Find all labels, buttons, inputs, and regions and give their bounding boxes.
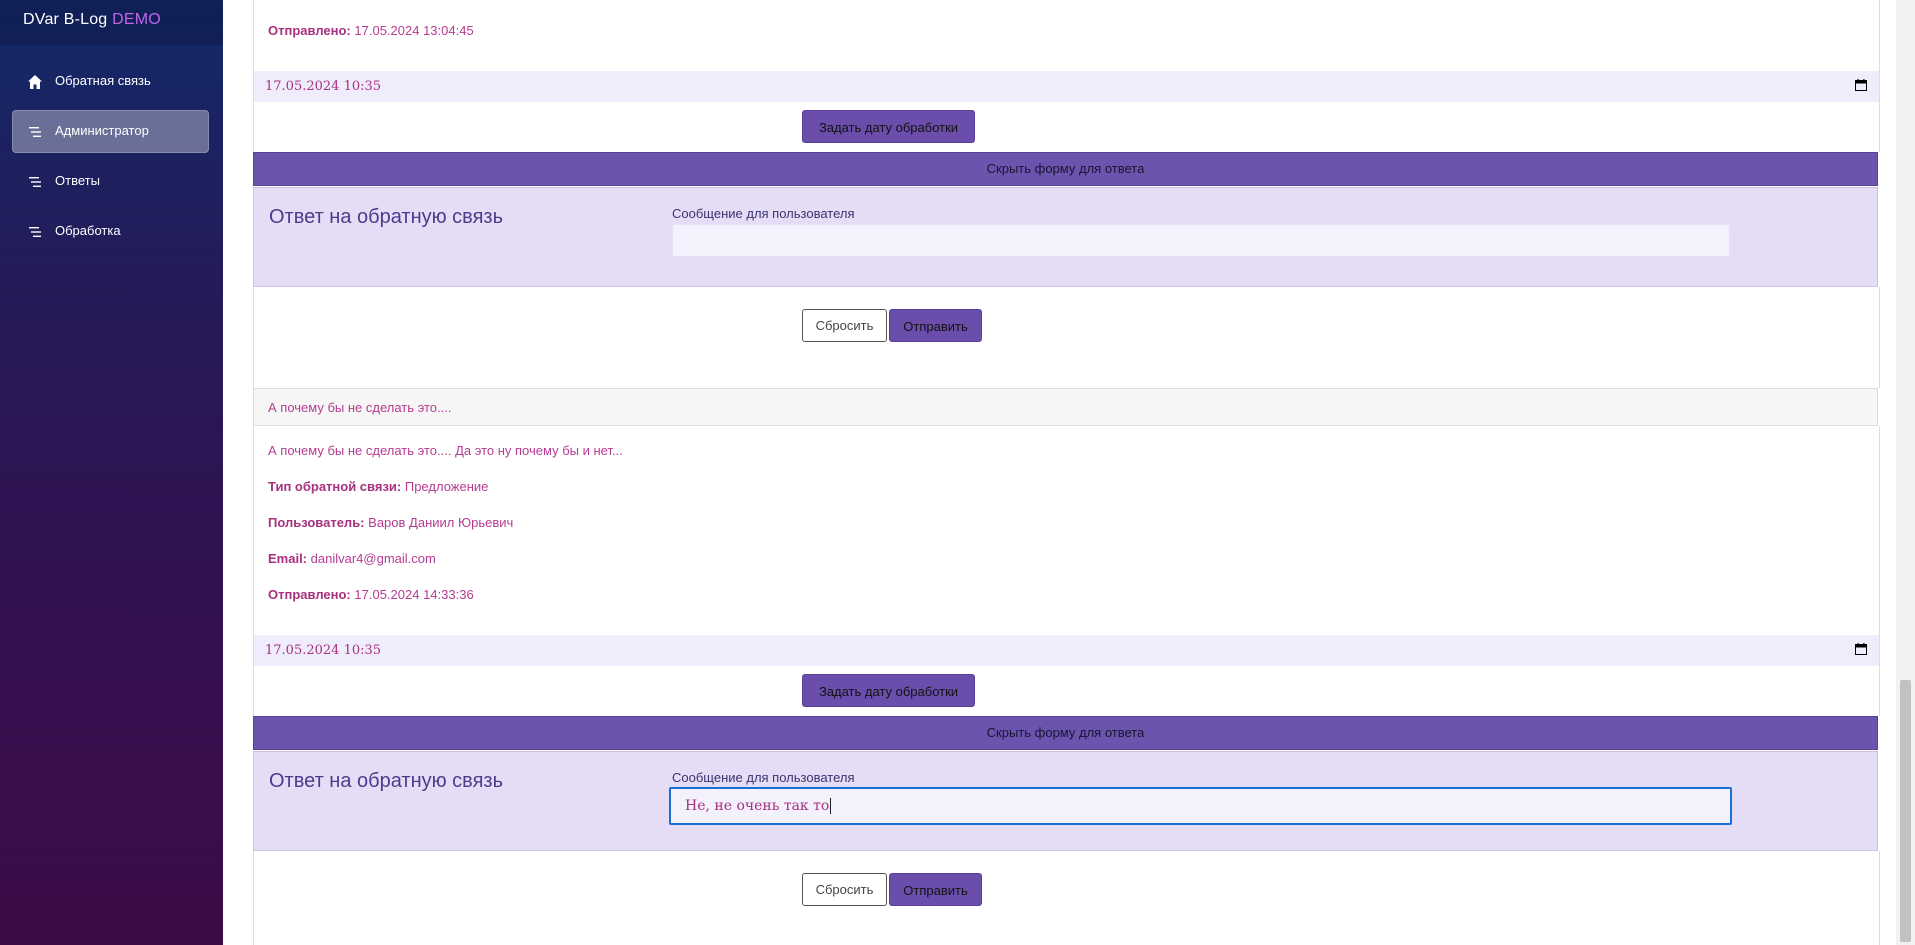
- date-value: 17.05.2024 10:35: [265, 79, 382, 94]
- feedback-message: А почему бы не сделать это.... Да это ну…: [268, 443, 623, 458]
- card-form-actions-2: [253, 851, 1880, 945]
- sent-field: Отправлено: 17.05.2024 13:04:45: [268, 23, 474, 38]
- list-icon: [29, 227, 41, 237]
- answer-form-1: Ответ на обратную связь Сообщение для по…: [253, 187, 1878, 287]
- user-value: Варов Даниил Юрьевич: [368, 515, 514, 530]
- feedback-card-1: Отправлено: 17.05.2024 13:04:45: [253, 0, 1880, 71]
- message-input[interactable]: [672, 224, 1730, 257]
- message-input-text: Не, не очень так то: [685, 798, 830, 814]
- brand-bar: DVar B-Log DEMO: [0, 0, 223, 45]
- type-label: Тип обратной связи:: [268, 479, 402, 494]
- feedback-subject: А почему бы не сделать это....: [268, 400, 452, 415]
- sent-value: 17.05.2024 13:04:45: [354, 23, 474, 38]
- card-form-actions-1: [253, 287, 1880, 388]
- message-input[interactable]: Не, не очень так то: [669, 787, 1732, 825]
- sent-value: 17.05.2024 14:33:36: [354, 587, 474, 602]
- text-caret: [830, 798, 832, 814]
- sidebar-item-label: Обработка: [55, 223, 121, 238]
- email-label: Email:: [268, 551, 308, 566]
- send-button[interactable]: Отправить: [889, 309, 982, 342]
- calendar-icon[interactable]: [1855, 79, 1867, 91]
- answer-form-2: Ответ на обратную связь Сообщение для по…: [253, 751, 1878, 851]
- main-content: Отправлено: 17.05.2024 13:04:45 17.05.20…: [253, 0, 1880, 945]
- sidebar-item-feedback[interactable]: Обратная связь: [12, 60, 209, 103]
- email-value: danilvar4@gmail.com: [310, 551, 436, 566]
- sent-label: Отправлено:: [268, 587, 351, 602]
- user-field: Пользователь: Варов Даниил Юрьевич: [268, 515, 513, 530]
- user-label: Пользователь:: [268, 515, 365, 530]
- feedback-card-2: А почему бы не сделать это.... Да это ну…: [253, 426, 1880, 635]
- hide-answer-form-button[interactable]: Скрыть форму для ответа: [253, 152, 1878, 186]
- card-actions-2: [253, 666, 1880, 716]
- scrollbar-thumb[interactable]: [1900, 680, 1911, 942]
- send-button[interactable]: Отправить: [889, 873, 982, 906]
- reset-button[interactable]: Сбросить: [802, 309, 887, 342]
- message-label: Сообщение для пользователя: [672, 206, 855, 221]
- processing-date-input[interactable]: 17.05.2024 10:35: [253, 71, 1880, 102]
- sidebar-item-label: Администратор: [55, 123, 149, 138]
- answer-title: Ответ на обратную связь: [269, 770, 503, 792]
- set-date-button[interactable]: Задать дату обработки: [802, 110, 975, 143]
- card-actions-1: [253, 102, 1880, 152]
- page-scrollbar[interactable]: [1896, 0, 1915, 945]
- message-label: Сообщение для пользователя: [672, 770, 855, 785]
- sidebar-item-answers[interactable]: Ответы: [12, 160, 209, 203]
- reset-button[interactable]: Сбросить: [802, 873, 887, 906]
- date-value: 17.05.2024 10:35: [265, 643, 382, 658]
- type-value: Предложение: [404, 479, 489, 494]
- set-date-button[interactable]: Задать дату обработки: [802, 674, 975, 707]
- email-field: Email: danilvar4@gmail.com: [268, 551, 436, 566]
- sidebar-item-label: Обратная связь: [55, 73, 151, 88]
- type-field: Тип обратной связи: Предложение: [268, 479, 488, 494]
- answer-title: Ответ на обратную связь: [269, 206, 503, 228]
- feedback-card-header: А почему бы не сделать это....: [253, 388, 1878, 426]
- home-icon: [28, 75, 42, 89]
- sidebar-item-processing[interactable]: Обработка: [12, 210, 209, 253]
- sidebar-item-label: Ответы: [55, 173, 100, 188]
- hide-answer-form-button[interactable]: Скрыть форму для ответа: [253, 716, 1878, 750]
- processing-date-input[interactable]: 17.05.2024 10:35: [253, 635, 1880, 666]
- list-icon: [29, 177, 41, 187]
- brand-name: DVar B-Log: [23, 11, 108, 28]
- calendar-icon[interactable]: [1855, 643, 1867, 655]
- sidebar: DVar B-Log DEMO Обратная связь Администр…: [0, 0, 223, 945]
- brand-tag: DEMO: [112, 11, 161, 28]
- sent-field: Отправлено: 17.05.2024 14:33:36: [268, 587, 474, 602]
- list-icon: [29, 127, 41, 137]
- sent-label: Отправлено:: [268, 23, 351, 38]
- sidebar-item-admin[interactable]: Администратор: [12, 110, 209, 153]
- brand-logo[interactable]: DVar B-Log DEMO: [23, 11, 161, 29]
